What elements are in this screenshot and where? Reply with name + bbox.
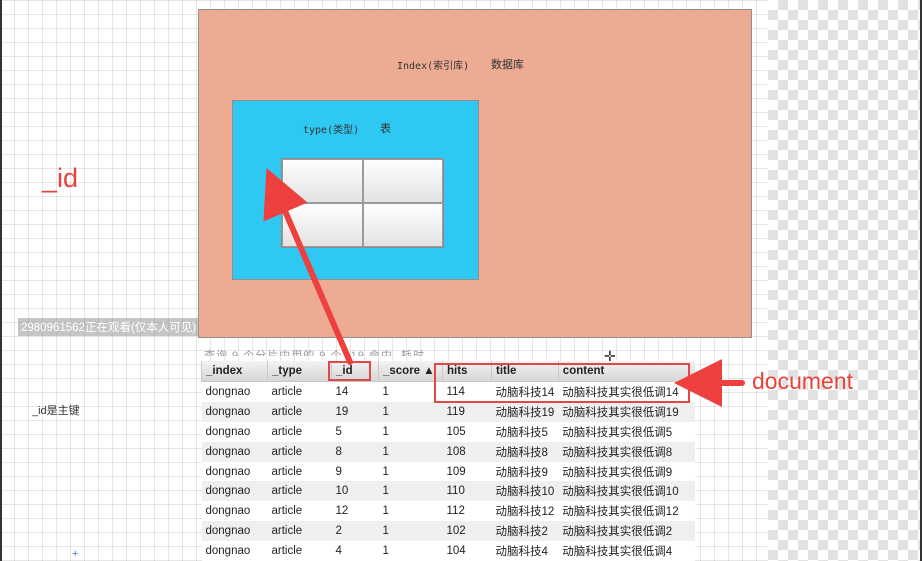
document-cell <box>362 203 443 247</box>
table-cell: dongnao <box>201 401 268 422</box>
table-row[interactable]: dongnao article 9 1 109 动脑科技9 动脑科技其实很低调9 <box>201 461 695 482</box>
id-annotation: _id <box>42 163 79 193</box>
table-cell: 动脑科技10 <box>491 481 559 502</box>
table-cell: 动脑科技19 <box>491 401 559 422</box>
table-cell: dongnao <box>201 461 268 482</box>
table-label: 表 <box>380 123 391 135</box>
column-header-score[interactable]: _score ▲ <box>378 361 443 382</box>
table-cell: 1 <box>378 541 443 561</box>
table-cell: 动脑科技5 <box>491 421 559 442</box>
table-cell: 动脑科技其实很低调4 <box>558 541 695 561</box>
table-cell: 动脑科技8 <box>491 441 559 462</box>
index-label: Index(索引库) <box>397 61 470 72</box>
table-cell: 动脑科技其实很低调12 <box>558 501 695 522</box>
table-cell: dongnao <box>201 521 268 542</box>
table-cell: dongnao <box>201 381 268 402</box>
table-cell: 112 <box>442 501 492 522</box>
column-header-index[interactable]: _index <box>201 361 268 382</box>
document-grid[interactable] <box>281 158 444 248</box>
document-annotation: document <box>752 368 854 394</box>
table-cell: 108 <box>442 441 492 462</box>
table-cell: 动脑科技其实很低调5 <box>558 421 695 442</box>
table-cell: 动脑科技其实很低调9 <box>558 461 695 482</box>
type-box[interactable]: type(类型) 表 <box>232 100 479 280</box>
table-cell: 1 <box>378 501 443 522</box>
table-cell: dongnao <box>201 481 268 502</box>
table-row[interactable]: dongnao article 12 1 112 动脑科技12 动脑科技其实很低调12 <box>201 501 695 522</box>
document-cell <box>362 159 443 203</box>
table-cell: article <box>267 461 332 482</box>
document-cell <box>282 159 363 203</box>
table-cell: 动脑科技2 <box>491 521 559 542</box>
table-cell: 1 <box>378 481 443 502</box>
table-cell: dongnao <box>201 421 268 442</box>
table-row[interactable]: dongnao article 4 1 104 动脑科技4 动脑科技其实很低调4 <box>201 541 695 561</box>
transparent-checker-area <box>768 0 922 561</box>
table-cell: 8 <box>331 441 379 462</box>
table-cell: 动脑科技12 <box>491 501 559 522</box>
table-cell: 10 <box>331 481 379 502</box>
table-cell: 5 <box>331 421 379 442</box>
column-header-type[interactable]: _type <box>267 361 332 382</box>
table-cell: article <box>267 501 332 522</box>
table-cell: article <box>267 381 332 402</box>
viewer-watermark: 2980961562正在观看(仅本人可见) <box>18 318 200 336</box>
table-cell: 1 <box>378 461 443 482</box>
primary-key-note: _id是主键 <box>32 405 80 417</box>
table-cell: 1 <box>378 441 443 462</box>
table-row[interactable]: dongnao article 10 1 110 动脑科技10 动脑科技其实很低调10 <box>201 481 695 502</box>
database-label: 数据库 <box>491 59 524 71</box>
table-cell: 4 <box>331 541 379 561</box>
table-cell: 12 <box>331 501 379 522</box>
table-cell: 110 <box>442 481 492 502</box>
table-cell: 1 <box>378 521 443 542</box>
index-box[interactable]: Index(索引库) 数据库 type(类型) 表 <box>198 9 752 338</box>
table-cell: 19 <box>331 401 379 422</box>
table-cell: 动脑科技9 <box>491 461 559 482</box>
table-cell: article <box>267 441 332 462</box>
table-cell: article <box>267 521 332 542</box>
table-cell: 动脑科技4 <box>491 541 559 561</box>
table-cell: 动脑科技其实很低调8 <box>558 441 695 462</box>
table-cell: dongnao <box>201 541 268 561</box>
window-border-left <box>0 0 2 561</box>
table-cell: article <box>267 541 332 561</box>
table-cell: 1 <box>378 401 443 422</box>
table-cell: article <box>267 401 332 422</box>
table-cell: 109 <box>442 461 492 482</box>
document-cell <box>282 203 363 247</box>
table-cell: 动脑科技其实很低调19 <box>558 401 695 422</box>
table-cell: 104 <box>442 541 492 561</box>
table-cell: dongnao <box>201 501 268 522</box>
table-cell: 动脑科技其实很低调10 <box>558 481 695 502</box>
type-label: type(类型) <box>303 125 360 136</box>
table-cell: 105 <box>442 421 492 442</box>
table-cell: 2 <box>331 521 379 542</box>
id-column-highlight <box>328 361 371 381</box>
table-cell: 102 <box>442 521 492 542</box>
plus-icon: + <box>72 548 79 560</box>
table-cell: 119 <box>442 401 492 422</box>
table-cell: 14 <box>331 381 379 402</box>
table-row[interactable]: dongnao article 5 1 105 动脑科技5 动脑科技其实很低调5 <box>201 421 695 442</box>
table-cell: 1 <box>378 381 443 402</box>
table-cell: dongnao <box>201 441 268 462</box>
query-summary-text: 查询 9 个分片中用的 9 个. 19 命中. 耗时 0.004 秒 <box>204 350 425 356</box>
table-cell: 动脑科技其实很低调2 <box>558 521 695 542</box>
table-cell: 9 <box>331 461 379 482</box>
document-row-highlight <box>434 363 690 403</box>
table-row[interactable]: dongnao article 8 1 108 动脑科技8 动脑科技其实很低调8 <box>201 441 695 462</box>
table-row[interactable]: dongnao article 19 1 119 动脑科技19 动脑科技其实很低调19 <box>201 401 695 422</box>
table-row[interactable]: dongnao article 2 1 102 动脑科技2 动脑科技其实很低调2 <box>201 521 695 542</box>
table-cell: article <box>267 421 332 442</box>
table-cell: article <box>267 481 332 502</box>
table-cell: 1 <box>378 421 443 442</box>
